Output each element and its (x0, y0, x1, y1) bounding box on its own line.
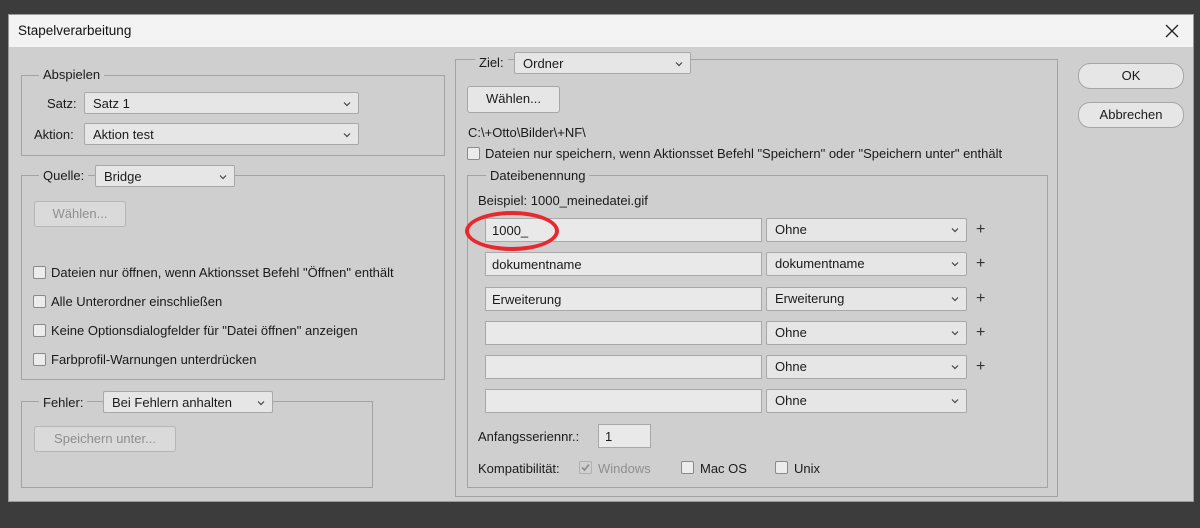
source-checkbox-2[interactable] (33, 295, 46, 308)
naming-text-6[interactable] (485, 389, 762, 413)
serial-label: Anfangsseriennr.: (478, 429, 580, 444)
compat-windows-label: Windows (598, 461, 651, 476)
compat-macos-checkbox[interactable] (681, 461, 694, 474)
close-button[interactable] (1159, 18, 1185, 44)
compat-windows-checkbox[interactable] (579, 461, 592, 474)
naming-text-2[interactable]: dokumentname (485, 252, 762, 276)
errors-value: Bei Fehlern anhalten (112, 395, 232, 410)
source-checkbox-1-label: Dateien nur öffnen, wenn Aktionsset Befe… (51, 265, 394, 280)
chevron-down-icon (951, 399, 959, 404)
naming-select-5-value: Ohne (775, 359, 807, 374)
save-only-checkbox[interactable] (467, 147, 480, 160)
serial-input[interactable]: 1 (598, 424, 651, 448)
source-checkbox-1[interactable] (33, 266, 46, 279)
save-only-label: Dateien nur speichern, wenn Aktionsset B… (485, 146, 1003, 161)
source-checkbox-4[interactable] (33, 353, 46, 366)
naming-select-5[interactable]: Ohne (766, 355, 967, 379)
playback-legend: Abspielen (39, 67, 105, 82)
source-choose-button[interactable]: Wählen... (34, 201, 126, 227)
naming-text-3[interactable]: Erweiterung (485, 287, 762, 311)
destination-choose-button[interactable]: Wählen... (467, 86, 560, 113)
chevron-down-icon (343, 102, 351, 107)
save-as-button[interactable]: Speichern unter... (34, 426, 176, 452)
chevron-down-icon (257, 401, 265, 406)
set-select[interactable]: Satz 1 (84, 92, 359, 114)
naming-add-2[interactable]: + (976, 256, 985, 272)
action-select[interactable]: Aktion test (84, 123, 359, 145)
chevron-down-icon (675, 62, 683, 67)
naming-select-6[interactable]: Ohne (766, 389, 967, 413)
compat-unix-checkbox[interactable] (775, 461, 788, 474)
destination-path: C:\+Otto\Bilder\+NF\ (468, 125, 586, 140)
naming-text-5[interactable] (485, 355, 762, 379)
ok-button[interactable]: OK (1078, 63, 1184, 89)
destination-legend: Ziel: (475, 55, 508, 70)
batch-dialog: Stapelverarbeitung Abspielen Satz: Satz … (8, 14, 1194, 502)
naming-select-3-value: Erweiterung (775, 291, 845, 306)
cancel-button[interactable]: Abbrechen (1078, 102, 1184, 128)
source-legend: Quelle: (39, 168, 89, 183)
naming-text-1[interactable]: 1000_ (485, 218, 762, 242)
checkmark-icon (581, 463, 590, 472)
naming-select-4-value: Ohne (775, 325, 807, 340)
naming-add-5[interactable]: + (976, 359, 985, 375)
chevron-down-icon (951, 331, 959, 336)
naming-example: Beispiel: 1000_meinedatei.gif (478, 193, 648, 208)
naming-select-4[interactable]: Ohne (766, 321, 967, 345)
source-checkbox-4-label: Farbprofil-Warnungen unterdrücken (51, 352, 257, 367)
naming-select-2-value: dokumentname (775, 256, 865, 271)
naming-add-1[interactable]: + (976, 222, 985, 238)
source-checkbox-2-label: Alle Unterordner einschließen (51, 294, 223, 309)
naming-add-3[interactable]: + (976, 291, 985, 307)
chevron-down-icon (951, 365, 959, 370)
destination-select[interactable]: Ordner (514, 52, 691, 74)
chevron-down-icon (951, 297, 959, 302)
close-icon (1165, 24, 1179, 38)
source-checkbox-3-label: Keine Optionsdialogfelder für "Datei öff… (51, 323, 358, 338)
naming-legend: Dateibenennung (486, 168, 590, 183)
errors-select[interactable]: Bei Fehlern anhalten (103, 391, 273, 413)
title-bar: Stapelverarbeitung (9, 15, 1193, 47)
set-label: Satz: (47, 96, 77, 111)
action-value: Aktion test (93, 127, 154, 142)
set-value: Satz 1 (93, 96, 130, 111)
compat-macos-label: Mac OS (700, 461, 747, 476)
naming-select-6-value: Ohne (775, 393, 807, 408)
chevron-down-icon (951, 262, 959, 267)
naming-add-4[interactable]: + (976, 325, 985, 341)
naming-select-1[interactable]: Ohne (766, 218, 967, 242)
chevron-down-icon (219, 175, 227, 180)
action-label: Aktion: (34, 127, 74, 142)
compat-unix-label: Unix (794, 461, 821, 476)
window-title: Stapelverarbeitung (18, 23, 132, 38)
naming-select-3[interactable]: Erweiterung (766, 287, 967, 311)
chevron-down-icon (343, 133, 351, 138)
naming-select-2[interactable]: dokumentname (766, 252, 967, 276)
errors-legend: Fehler: (39, 395, 88, 410)
source-value: Bridge (104, 169, 142, 184)
source-select[interactable]: Bridge (95, 165, 235, 187)
naming-select-1-value: Ohne (775, 222, 807, 237)
compat-label: Kompatibilität: (478, 461, 560, 476)
chevron-down-icon (951, 228, 959, 233)
naming-text-4[interactable] (485, 321, 762, 345)
source-checkbox-3[interactable] (33, 324, 46, 337)
destination-value: Ordner (523, 56, 564, 71)
